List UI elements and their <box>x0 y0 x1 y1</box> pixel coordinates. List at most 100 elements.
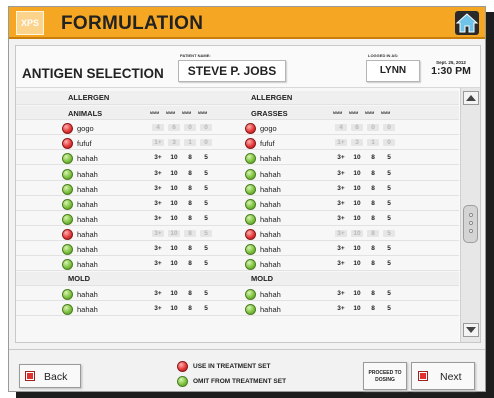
red-status-icon[interactable] <box>62 123 73 135</box>
antigen-value: 5 <box>387 184 391 192</box>
antigen-value: 3+ <box>337 290 345 298</box>
back-label: Back <box>44 371 68 383</box>
antigen-name: fufuf <box>77 139 92 149</box>
green-status-icon[interactable] <box>62 153 73 165</box>
antigen-name: hahah <box>260 245 281 254</box>
grip-dot-icon <box>469 221 473 225</box>
left-cell-group: hahah 3+ 10 8 5 <box>16 212 208 226</box>
antigen-value: 5 <box>387 199 391 207</box>
antigen-name: hahah <box>77 290 98 300</box>
antigen-value: 5 <box>383 229 395 237</box>
green-status-icon[interactable] <box>62 244 73 255</box>
back-button[interactable]: Back <box>19 364 81 388</box>
green-status-icon[interactable] <box>245 304 256 316</box>
green-status-icon[interactable] <box>62 289 73 301</box>
antigen-value: 1 <box>184 139 196 147</box>
green-status-icon[interactable] <box>245 213 256 225</box>
app-header: XPS FORMULATION <box>9 7 485 39</box>
footer: Back USE IN TREATMENT SET OMIT FROM TREA… <box>9 349 485 391</box>
left-cell-group: hahah 3+ 10 8 5 <box>16 257 208 271</box>
group-label: MOLD <box>251 274 274 284</box>
antigen-name: hahah <box>77 184 98 194</box>
antigen-value: 3 <box>168 139 180 147</box>
green-status-icon[interactable] <box>245 153 256 165</box>
antigen-value: 3+ <box>337 199 345 207</box>
scroll-thumb[interactable] <box>463 205 478 243</box>
table-row: hahah 3+ 10 8 5 hahah 3+ 10 8 5 <box>16 151 459 166</box>
antigen-value: 10 <box>353 154 361 162</box>
red-status-icon[interactable] <box>62 138 73 150</box>
antigen-value: 3+ <box>154 154 162 162</box>
green-status-icon[interactable] <box>62 183 73 195</box>
table-row: hahah 3+ 10 8 5 hahah 3+ 10 8 5 <box>16 167 459 181</box>
green-status-icon[interactable] <box>62 304 73 316</box>
grip-dot-icon <box>469 213 473 217</box>
table-row: hahah 3+ 10 8 5 hahah 3+ 10 8 5 <box>16 197 459 211</box>
antigen-name: hahah <box>260 199 281 209</box>
scrollbar[interactable] <box>460 88 480 342</box>
time-text: 1:30 PM <box>431 65 471 77</box>
home-button[interactable] <box>455 11 479 35</box>
green-status-icon[interactable] <box>245 168 256 180</box>
antigen-name: hahah <box>260 169 281 179</box>
antigen-name: hahah <box>260 260 281 270</box>
antigen-value: 3+ <box>337 305 345 313</box>
group-label: ALLERGEN <box>68 93 110 102</box>
scroll-down-button[interactable] <box>463 323 479 337</box>
antigen-value: 1+ <box>335 139 347 147</box>
antigen-value: 5 <box>387 214 391 222</box>
left-cell-group: MOLD <box>16 272 199 286</box>
antigen-value: 0 <box>184 124 196 132</box>
category-label: GRASSES <box>251 109 288 119</box>
table-row: hahah 3+ 10 8 5 hahah 3+ 10 8 5 <box>16 242 459 256</box>
antigen-value: 8 <box>188 169 192 177</box>
antigen-value: 8 <box>188 305 192 313</box>
red-status-icon[interactable] <box>245 138 256 150</box>
group-label: MOLD <box>68 274 91 284</box>
column-header: MMM <box>333 111 343 116</box>
next-label: Next <box>440 371 462 383</box>
table-row: hahah 3+ 10 8 5 hahah 3+ 10 8 5 <box>16 302 459 317</box>
next-button[interactable]: Next <box>411 362 475 390</box>
scroll-down-arrow-icon <box>466 327 476 333</box>
proceed-to-dosing-button[interactable]: PROCEED TO DOSING <box>363 362 407 390</box>
scroll-up-button[interactable] <box>463 91 479 105</box>
green-status-icon[interactable] <box>245 244 256 255</box>
antigen-value: 5 <box>387 245 391 252</box>
antigen-name: hahah <box>260 154 281 164</box>
scroll-up-arrow-icon <box>466 95 476 101</box>
antigen-value: 10 <box>353 260 361 268</box>
table-row: hahah 3+ 10 8 5 hahah 3+ 10 8 5 <box>16 212 459 226</box>
red-status-icon[interactable] <box>245 123 256 135</box>
antigen-value: 8 <box>367 229 379 237</box>
green-status-icon[interactable] <box>245 183 256 195</box>
green-status-icon[interactable] <box>245 289 256 301</box>
antigen-value: 8 <box>184 229 196 237</box>
green-status-icon[interactable] <box>62 259 73 271</box>
xps-logo: XPS <box>16 11 44 35</box>
table-row: gogo 4 6 0 0 gogo 4 6 0 0 <box>16 121 459 136</box>
green-status-icon[interactable] <box>245 259 256 271</box>
antigen-name: fufuf <box>260 139 275 149</box>
left-cell-group: fufuf 1+ 3 1 0 <box>16 136 212 150</box>
antigen-name: hahah <box>77 169 98 179</box>
table-row: hahah 3+ 10 8 5 hahah 3+ 10 8 5 <box>16 287 459 302</box>
green-status-icon[interactable] <box>245 198 256 210</box>
red-status-icon[interactable] <box>245 228 256 240</box>
right-cell-group: GRASSES MMM MMM MMM MMM <box>199 106 390 120</box>
antigen-name: hahah <box>77 305 98 315</box>
proceed-label: PROCEED TO DOSING <box>368 370 402 383</box>
patient-label: PATIENT NAME: <box>180 53 211 58</box>
left-cell-group: hahah 3+ 10 8 5 <box>16 167 208 181</box>
right-cell-group: hahah 3+ 10 8 5 <box>199 257 391 271</box>
green-status-icon[interactable] <box>62 168 73 180</box>
right-cell-group: hahah 3+ 10 8 5 <box>199 197 391 211</box>
red-status-icon[interactable] <box>62 228 73 240</box>
green-status-icon[interactable] <box>62 198 73 210</box>
app-title: FORMULATION <box>61 13 204 34</box>
antigen-value: 3+ <box>154 305 162 313</box>
antigen-value: 3+ <box>337 184 345 192</box>
antigen-name: hahah <box>77 154 98 164</box>
antigen-value: 3+ <box>154 260 162 268</box>
green-status-icon[interactable] <box>62 213 73 225</box>
